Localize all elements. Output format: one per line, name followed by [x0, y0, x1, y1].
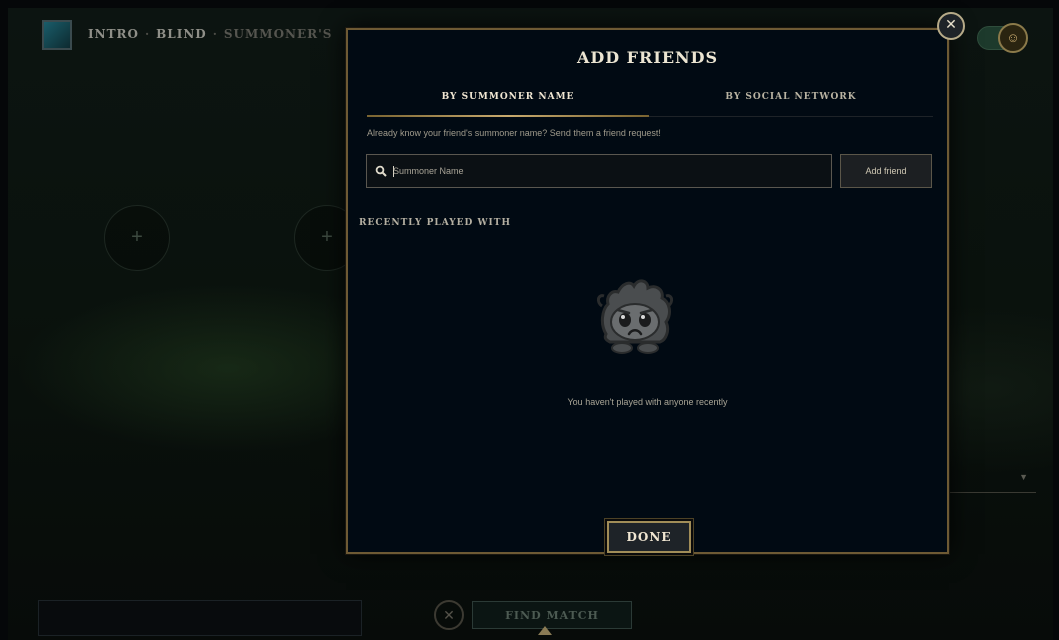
add-friend-button[interactable]: Add friend: [840, 154, 932, 188]
breadcrumb-separator: ·: [212, 27, 218, 41]
cancel-button[interactable]: ✕: [434, 600, 464, 630]
empty-state-message: You haven't played with anyone recently: [567, 397, 728, 407]
chevron-down-icon: ▼: [1019, 472, 1028, 482]
add-friends-modal: ADD FRIENDS BY SUMMONER NAME BY SOCIAL N…: [346, 28, 949, 554]
find-match-button[interactable]: FIND MATCH: [472, 601, 632, 629]
breadcrumb-separator: ·: [144, 27, 151, 41]
breadcrumb-item[interactable]: SUMMONER'S: [224, 27, 333, 41]
game-logo[interactable]: [42, 20, 72, 50]
caret-up-icon: [538, 626, 552, 635]
social-toggle[interactable]: ☺: [977, 23, 1028, 53]
summoner-name-input[interactable]: [393, 155, 823, 187]
breadcrumb-item[interactable]: BLIND: [156, 27, 207, 41]
breadcrumb-item[interactable]: INTRO: [88, 27, 139, 41]
tab-by-summoner-name[interactable]: BY SUMMONER NAME: [367, 86, 649, 117]
tab-bar: BY SUMMONER NAME BY SOCIAL NETWORK: [367, 86, 933, 117]
done-button[interactable]: DONE: [607, 521, 691, 553]
recently-played-heading: RECENTLY PLAYED WITH: [359, 218, 511, 228]
modal-title: ADD FRIENDS: [576, 48, 719, 67]
search-icon: [375, 165, 387, 177]
close-icon[interactable]: ✕: [937, 12, 965, 40]
hint-text: Already know your friend's summoner name…: [367, 128, 661, 138]
position-select[interactable]: n ▼: [944, 470, 1036, 493]
social-toggle-icon: ☺: [998, 23, 1028, 53]
plus-icon: +: [131, 226, 143, 248]
tab-by-social-network[interactable]: BY SOCIAL NETWORK: [649, 86, 933, 116]
sad-poro-icon: [596, 279, 674, 354]
summoner-search-box[interactable]: [366, 154, 832, 188]
breadcrumb: INTRO · BLIND · SUMMONER'S: [88, 27, 332, 41]
invite-slot[interactable]: +: [104, 205, 170, 271]
chat-box[interactable]: [38, 600, 362, 636]
plus-icon: +: [321, 226, 333, 248]
